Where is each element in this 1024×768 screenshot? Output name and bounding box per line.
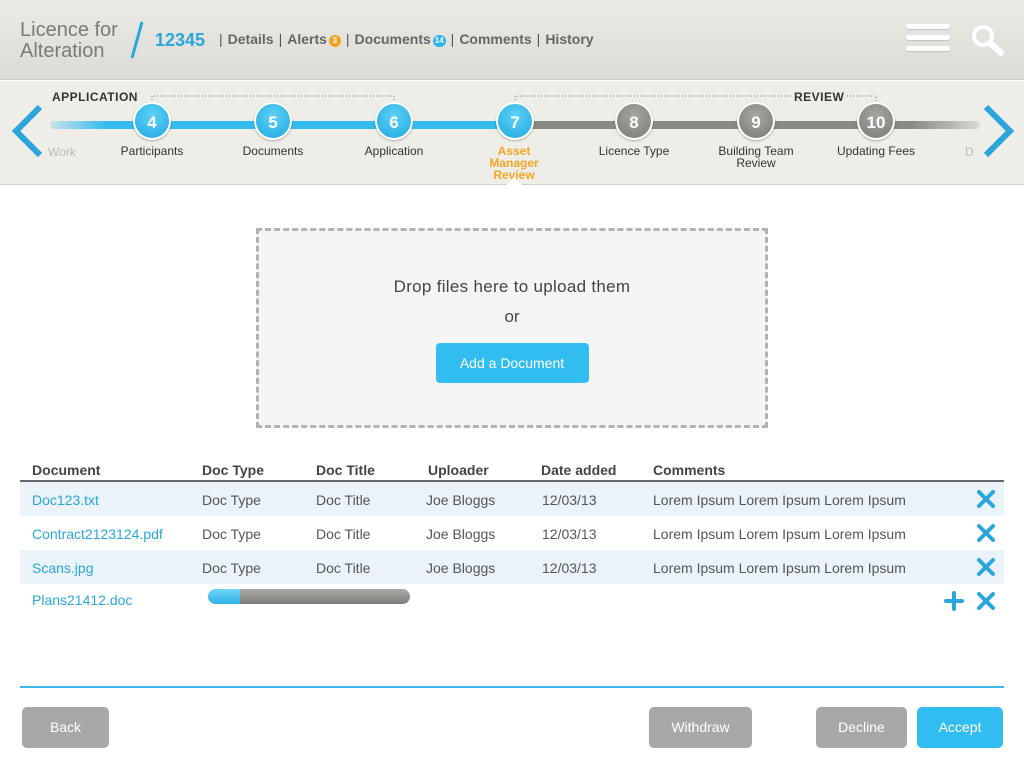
step-4-label[interactable]: Participants	[92, 145, 212, 157]
nav-separator: |	[278, 31, 283, 47]
table-header: Document Doc Type Doc Title Uploader Dat…	[20, 456, 1004, 482]
column-header-date-added: Date added	[541, 462, 617, 478]
doc-type-cell: Doc Type	[202, 526, 261, 542]
column-header-comments: Comments	[653, 462, 726, 478]
file-drop-zone[interactable]: Drop files here to upload them or Add a …	[256, 228, 768, 428]
comments-cell: Lorem Ipsum Lorem Ipsum Lorem Ipsum	[653, 560, 906, 576]
step-7-circle[interactable]: 7	[496, 102, 534, 140]
plus-icon[interactable]	[944, 591, 964, 611]
decline-button[interactable]: Decline	[816, 707, 907, 748]
step-7-label[interactable]: Asset Manager Review	[454, 145, 574, 181]
step-9-circle[interactable]: 9	[737, 102, 775, 140]
step-10-label[interactable]: Updating Fees	[816, 145, 936, 157]
step-5-circle[interactable]: 5	[254, 102, 292, 140]
active-step-pointer	[506, 177, 522, 185]
alerts-count-badge: 3	[328, 35, 341, 47]
column-header-doc-title: Doc Title	[316, 462, 375, 478]
date-added-cell: 12/03/13	[542, 560, 597, 576]
title-divider	[130, 21, 144, 59]
step-next-faded-label: D	[965, 145, 974, 159]
add-document-button[interactable]: Add a Document	[435, 343, 589, 383]
documents-count-badge: 14	[432, 35, 446, 47]
column-header-uploader: Uploader	[428, 462, 489, 478]
step-4-circle[interactable]: 4	[133, 102, 171, 140]
nav-documents-label: Documents	[354, 31, 431, 47]
page-title: Licence for Alteration	[20, 20, 118, 62]
step-6-label[interactable]: Application	[334, 145, 454, 157]
upload-progress-bar	[208, 589, 410, 604]
table-row: Contract2123124.pdf Doc Type Doc Title J…	[20, 516, 1004, 550]
step-8-label[interactable]: Licence Type	[574, 145, 694, 157]
step-5-label[interactable]: Documents	[213, 145, 333, 157]
doc-title-cell: Doc Title	[316, 560, 371, 576]
page-title-line2: Alteration	[20, 40, 105, 62]
column-header-doc-type: Doc Type	[202, 462, 264, 478]
case-number: 12345	[155, 30, 206, 50]
close-icon[interactable]	[976, 591, 996, 611]
close-icon[interactable]	[976, 489, 996, 509]
header-nav: | Details | Alerts 3 | Documents 14 | Comm…	[214, 31, 594, 47]
drop-or-text: or	[504, 307, 520, 326]
doc-type-cell: Doc Type	[202, 492, 261, 508]
nav-documents-link[interactable]: Documents 14	[355, 31, 446, 47]
date-added-cell: 12/03/13	[542, 526, 597, 542]
document-link[interactable]: Doc123.txt	[32, 492, 99, 508]
document-link[interactable]: Plans21412.doc	[32, 592, 132, 608]
step-9-label[interactable]: Building Team Review	[696, 145, 816, 169]
doc-title-cell: Doc Title	[316, 492, 371, 508]
nav-separator: |	[536, 31, 541, 47]
document-link[interactable]: Contract2123124.pdf	[32, 526, 163, 542]
uploader-cell: Joe Bloggs	[426, 492, 496, 508]
table-row-uploading: Plans21412.doc	[20, 584, 1004, 618]
accept-button[interactable]: Accept	[917, 707, 1003, 748]
page-title-line1: Licence for	[20, 19, 118, 41]
nav-alerts-link[interactable]: Alerts 3	[287, 31, 341, 47]
chevron-right-icon[interactable]	[980, 103, 1020, 159]
step-10-circle[interactable]: 10	[857, 102, 895, 140]
step-8-circle[interactable]: 8	[615, 102, 653, 140]
doc-type-cell: Doc Type	[202, 560, 261, 576]
footer-divider	[20, 686, 1004, 688]
phase-application-label: APPLICATION	[52, 90, 138, 104]
doc-title-cell: Doc Title	[316, 526, 371, 542]
nav-alerts-label: Alerts	[287, 31, 327, 47]
nav-separator: |	[450, 31, 455, 47]
close-icon[interactable]	[976, 557, 996, 577]
nav-history-link[interactable]: History	[545, 31, 593, 47]
nav-comments-link[interactable]: Comments	[459, 31, 531, 47]
nav-separator: |	[345, 31, 350, 47]
step-prev-faded-label: Work	[48, 145, 76, 159]
search-icon[interactable]	[970, 24, 1004, 56]
back-button[interactable]: Back	[22, 707, 109, 748]
step-6-circle[interactable]: 6	[375, 102, 413, 140]
workflow-stepper: APPLICATION REVIEW Work D 4 Participants…	[0, 81, 1024, 185]
date-added-cell: 12/03/13	[542, 492, 597, 508]
app-header: Licence for Alteration 12345 | Details |…	[0, 0, 1024, 80]
documents-table: Document Doc Type Doc Title Uploader Dat…	[20, 456, 1004, 618]
drop-instructions: Drop files here to upload them	[393, 277, 631, 296]
column-header-document: Document	[32, 462, 101, 478]
table-row: Doc123.txt Doc Type Doc Title Joe Bloggs…	[20, 482, 1004, 516]
uploader-cell: Joe Bloggs	[426, 560, 496, 576]
comments-cell: Lorem Ipsum Lorem Ipsum Lorem Ipsum	[653, 492, 906, 508]
phase-review-label: REVIEW	[792, 90, 847, 104]
comments-cell: Lorem Ipsum Lorem Ipsum Lorem Ipsum	[653, 526, 906, 542]
menu-icon[interactable]	[906, 24, 950, 54]
uploader-cell: Joe Bloggs	[426, 526, 496, 542]
nav-details-link[interactable]: Details	[228, 31, 274, 47]
table-row: Scans.jpg Doc Type Doc Title Joe Bloggs …	[20, 550, 1004, 584]
close-icon[interactable]	[976, 523, 996, 543]
chevron-left-icon[interactable]	[6, 103, 46, 159]
document-link[interactable]: Scans.jpg	[32, 560, 93, 576]
nav-separator: |	[219, 31, 223, 47]
upload-progress-fill	[208, 589, 241, 604]
withdraw-button[interactable]: Withdraw	[649, 707, 752, 748]
